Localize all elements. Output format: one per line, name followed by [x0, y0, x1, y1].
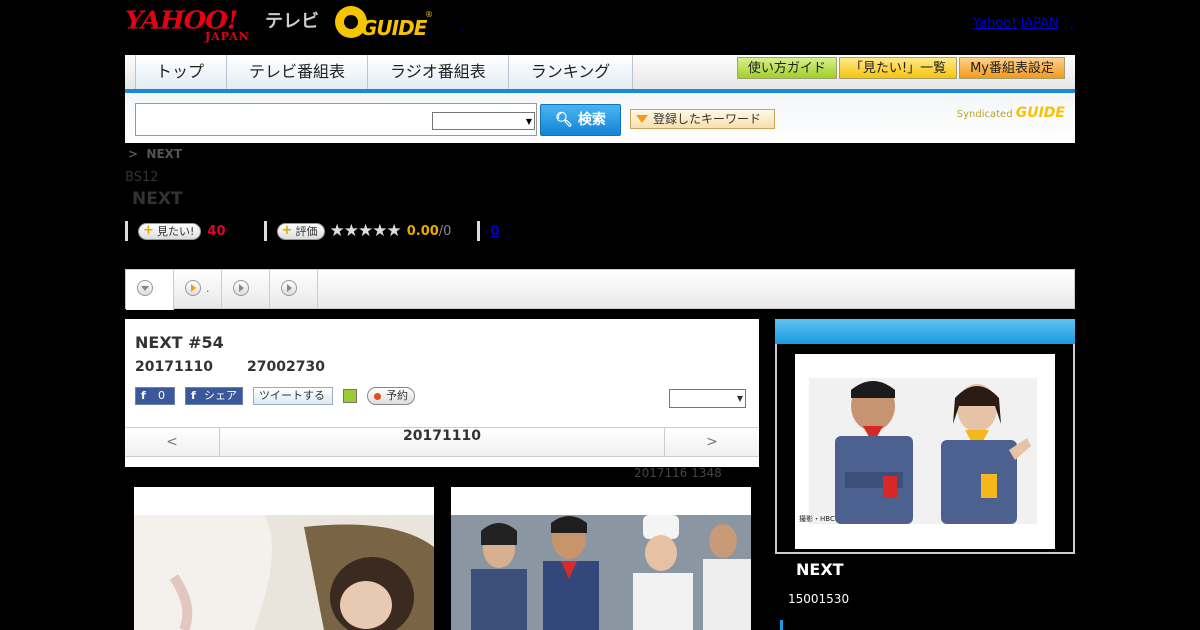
- episode-pager: < 20171110 >: [125, 427, 759, 457]
- episode-select[interactable]: ▼: [669, 389, 746, 408]
- reviews-count-link[interactable]: 0: [490, 224, 499, 239]
- program-subtabs: .: [125, 269, 1075, 310]
- facebook-like-count: 0: [158, 389, 165, 402]
- program-stats: 見たい! 40 評価 ★★★★★ 0.00 /0 0: [125, 220, 500, 242]
- pager-current-date: 20171110: [403, 428, 481, 444]
- tab-radio-schedule[interactable]: ラジオ番組表: [367, 55, 508, 89]
- tab-episodes-label: .: [206, 282, 210, 295]
- rate-button[interactable]: 評価: [276, 222, 325, 240]
- nav-tabs: トップ テレビ番組表 ラジオ番組表 ランキング: [135, 55, 634, 89]
- gguide-logo[interactable]: GUIDE ®: [335, 6, 435, 40]
- episode-photo[interactable]: [134, 487, 434, 630]
- search-category-select[interactable]: ▼: [432, 112, 535, 130]
- main-navbar: トップ テレビ番組表 ラジオ番組表 ランキング 使い方ガイド 「見たい!」一覧 …: [125, 55, 1075, 93]
- rating-score: 0.00: [406, 223, 439, 239]
- sidebar-program-name: NEXT: [796, 560, 844, 579]
- play-icon: [185, 280, 201, 296]
- breadcrumb-current: NEXT: [146, 147, 183, 161]
- yahoo-japan-link[interactable]: Yahoo! JAPAN: [973, 16, 1059, 31]
- photo-credit: 撮影・HBC: [799, 515, 835, 523]
- header-link-sep: ,: [1070, 16, 1074, 30]
- host-photo[interactable]: 撮影・HBC: [795, 354, 1055, 549]
- tweet-button[interactable]: ツイートする: [253, 387, 333, 405]
- chevron-down-icon: [137, 280, 153, 296]
- page-title: NEXT: [132, 189, 183, 209]
- tab-related[interactable]: [270, 270, 318, 308]
- episode-time: 27002730: [247, 359, 325, 375]
- header-dot: .: [460, 20, 464, 34]
- stat-divider: [263, 221, 267, 241]
- mitai-count: 40: [207, 223, 226, 239]
- usage-guide-button[interactable]: 使い方ガイド: [736, 57, 837, 79]
- yahoo-japan-logo[interactable]: YAHOO! JAPAN: [125, 6, 263, 43]
- breadcrumb-separator: >: [128, 147, 139, 161]
- gguide-logo-text: GUIDE: [361, 16, 427, 40]
- tab-tv-schedule[interactable]: テレビ番組表: [226, 55, 368, 89]
- stat-divider: [477, 221, 481, 241]
- episode-photo[interactable]: [451, 487, 751, 630]
- calendar-icon[interactable]: [343, 389, 357, 403]
- search-icon: 🔍︎: [555, 112, 573, 128]
- tv-label: テレビ: [265, 11, 319, 32]
- chevron-down-icon: ▼: [525, 117, 532, 126]
- sidebar-program-box: 撮影・HBC: [775, 344, 1075, 554]
- facebook-like-button[interactable]: 0: [135, 387, 175, 405]
- tab-episodes[interactable]: .: [174, 270, 222, 308]
- syndicated-gguide: Syndicated GUIDE: [957, 105, 1065, 121]
- search-button[interactable]: 🔍︎ 検索: [540, 104, 621, 136]
- sidebar-accent-bar: [780, 620, 783, 630]
- search-strip: ▼ 🔍︎ 検索 登録したキーワード Syndicated GUIDE: [125, 93, 1075, 143]
- pager-prev-button[interactable]: <: [125, 428, 220, 456]
- sidebar-program-time: 15001530: [788, 592, 850, 606]
- rating-stars: ★★★★★: [329, 221, 402, 241]
- social-buttons: 0 シェア ツイートする 予約: [135, 387, 415, 405]
- episode-card: NEXT #54 20171110 27002730 0 シェア ツイートする …: [125, 319, 759, 467]
- channel-name: BS12: [125, 170, 159, 185]
- facebook-share-button[interactable]: シェア: [185, 387, 243, 405]
- sidebar-header: [775, 319, 1075, 344]
- registered-keywords-button[interactable]: 登録したキーワード: [630, 109, 775, 129]
- breadcrumb: > NEXT: [128, 147, 182, 161]
- play-icon: [281, 280, 297, 296]
- chevron-down-icon: ▼: [736, 394, 743, 403]
- syndicated-label: Syndicated: [956, 109, 1013, 120]
- registered-mark: ®: [425, 10, 433, 19]
- episode-photo-image: [134, 487, 434, 630]
- episode-title: NEXT #54: [135, 333, 224, 352]
- nav-utility-buttons: 使い方ガイド 「見たい!」一覧 My番組表設定: [736, 57, 1065, 79]
- pager-next-button[interactable]: >: [664, 428, 759, 456]
- updated-timestamp: 2017116 1348: [634, 466, 722, 480]
- tab-ranking[interactable]: ランキング: [507, 55, 634, 89]
- mitai-button[interactable]: 見たい!: [138, 222, 202, 240]
- search-button-label: 検索: [577, 112, 606, 128]
- stat-divider: [125, 221, 128, 241]
- tab-overview[interactable]: [126, 270, 174, 310]
- reserve-button[interactable]: 予約: [367, 387, 415, 405]
- episode-date: 20171110: [135, 359, 213, 375]
- my-schedule-settings-button[interactable]: My番組表設定: [959, 57, 1065, 79]
- tab-reviews[interactable]: [222, 270, 270, 308]
- tab-top[interactable]: トップ: [135, 55, 227, 89]
- mitai-list-button[interactable]: 「見たい!」一覧: [838, 57, 958, 79]
- rating-score-max: /0: [438, 223, 452, 239]
- play-icon: [233, 280, 249, 296]
- episode-photo-image: [451, 487, 751, 630]
- yahoo-logo-sub: JAPAN: [205, 30, 250, 43]
- syndicated-logo: GUIDE: [1015, 105, 1065, 121]
